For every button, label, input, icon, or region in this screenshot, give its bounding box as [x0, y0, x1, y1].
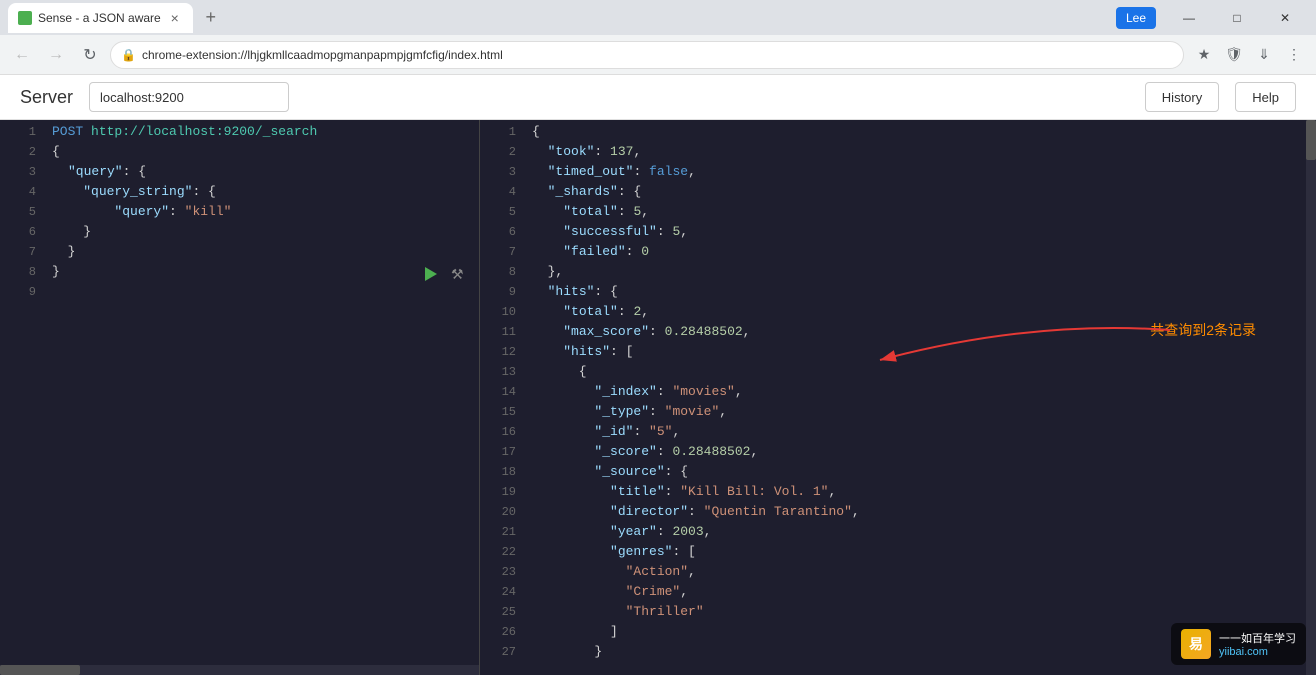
browser-frame: Sense - a JSON aware × + Lee — □ ✕ ← → ↻…	[0, 0, 1316, 675]
response-line-11: 11 "max_score": 0.28488502,	[480, 324, 1316, 344]
response-line-24: 24 "Crime",	[480, 584, 1316, 604]
tab-close-button[interactable]: ×	[167, 10, 183, 26]
response-line-20: 20 "director": "Quentin Tarantino",	[480, 504, 1316, 524]
response-line-3: 3 "timed_out": false,	[480, 164, 1316, 184]
main-content: 1 POST http://localhost:9200/_search 2 {…	[0, 120, 1316, 675]
back-button[interactable]: ←	[8, 41, 36, 69]
bookmark-button[interactable]: ★	[1190, 41, 1218, 69]
query-line-5: 5 "query": "kill"	[0, 204, 479, 224]
query-line-2: 2 {	[0, 144, 479, 164]
address-bar[interactable]: 🔒 chrome-extension://lhjgkmllcaadmopgman…	[110, 41, 1184, 69]
lock-icon: 🔒	[121, 48, 136, 62]
response-line-18: 18 "_source": {	[480, 464, 1316, 484]
watermark-logo: 易	[1181, 629, 1211, 659]
download-button[interactable]: ⇓	[1250, 41, 1278, 69]
response-line-7: 7 "failed": 0	[480, 244, 1316, 264]
v-scrollbar-thumb	[1306, 120, 1316, 160]
history-button[interactable]: History	[1145, 82, 1219, 112]
query-panel: 1 POST http://localhost:9200/_search 2 {…	[0, 120, 480, 675]
horizontal-scrollbar[interactable]	[0, 665, 479, 675]
response-line-5: 5 "total": 5,	[480, 204, 1316, 224]
forward-button[interactable]: →	[42, 41, 70, 69]
response-line-16: 16 "_id": "5",	[480, 424, 1316, 444]
query-editor[interactable]: 1 POST http://localhost:9200/_search 2 {…	[0, 120, 479, 675]
response-line-22: 22 "genres": [	[480, 544, 1316, 564]
query-actions: ⚒	[419, 263, 469, 285]
h-scrollbar-thumb	[0, 665, 80, 675]
response-line-6: 6 "successful": 5,	[480, 224, 1316, 244]
address-text: chrome-extension://lhjgkmllcaadmopgmanpa…	[142, 48, 1173, 62]
tab-title: Sense - a JSON aware	[38, 11, 161, 25]
help-button[interactable]: Help	[1235, 82, 1296, 112]
vertical-scrollbar[interactable]	[1306, 120, 1316, 675]
query-line-1: 1 POST http://localhost:9200/_search	[0, 124, 479, 144]
response-line-10: 10 "total": 2,	[480, 304, 1316, 324]
run-query-button[interactable]	[419, 263, 441, 285]
response-line-9: 9 "hits": {	[480, 284, 1316, 304]
watermark: 易 一一如百年学习 yiibai.com	[1171, 623, 1306, 665]
server-label: Server	[20, 87, 73, 108]
watermark-line1: 一一如百年学习	[1219, 630, 1296, 646]
query-line-8: 8 }	[0, 264, 479, 284]
response-line-19: 19 "title": "Kill Bill: Vol. 1",	[480, 484, 1316, 504]
query-line-7: 7 }	[0, 244, 479, 264]
nav-bar: ← → ↻ 🔒 chrome-extension://lhjgkmllcaadm…	[0, 35, 1316, 75]
server-input[interactable]	[89, 82, 289, 112]
response-line-23: 23 "Action",	[480, 564, 1316, 584]
response-content[interactable]: 1 { 2 "took": 137, 3 "timed_out": false,	[480, 120, 1316, 675]
tab-favicon	[18, 11, 32, 25]
close-button[interactable]: ✕	[1262, 3, 1308, 33]
browser-tab[interactable]: Sense - a JSON aware ×	[8, 3, 193, 33]
response-line-1: 1 {	[480, 124, 1316, 144]
response-line-15: 15 "_type": "movie",	[480, 404, 1316, 424]
response-line-25: 25 "Thriller"	[480, 604, 1316, 624]
new-tab-button[interactable]: +	[197, 4, 225, 32]
shield-icon[interactable]: 🛡	[1220, 41, 1248, 69]
query-line-4: 4 "query_string": {	[0, 184, 479, 204]
window-controls: Lee — □ ✕	[1116, 3, 1308, 33]
more-button[interactable]: ⋮	[1280, 41, 1308, 69]
query-line-9: 9	[0, 284, 479, 304]
response-panel: 1 { 2 "took": 137, 3 "timed_out": false,	[480, 120, 1316, 675]
svg-text:⚒: ⚒	[451, 266, 464, 282]
maximize-button[interactable]: □	[1214, 3, 1260, 33]
response-line-13: 13 {	[480, 364, 1316, 384]
reload-button[interactable]: ↻	[76, 41, 104, 69]
response-line-4: 4 "_shards": {	[480, 184, 1316, 204]
minimize-button[interactable]: —	[1166, 3, 1212, 33]
title-bar: Sense - a JSON aware × + Lee — □ ✕	[0, 0, 1316, 35]
response-line-2: 2 "took": 137,	[480, 144, 1316, 164]
watermark-site: yiibai.com	[1219, 646, 1296, 658]
wrench-icon[interactable]: ⚒	[447, 263, 469, 285]
response-line-21: 21 "year": 2003,	[480, 524, 1316, 544]
nav-actions: ★ 🛡 ⇓ ⋮	[1190, 41, 1308, 69]
response-line-14: 14 "_index": "movies",	[480, 384, 1316, 404]
app-area: Server History Help 1 POST http://localh…	[0, 75, 1316, 675]
watermark-info: 一一如百年学习 yiibai.com	[1219, 630, 1296, 658]
user-button[interactable]: Lee	[1116, 7, 1156, 29]
query-line-3: 3 "query": {	[0, 164, 479, 184]
app-header: Server History Help	[0, 75, 1316, 120]
response-line-8: 8 },	[480, 264, 1316, 284]
query-line-6: 6 }	[0, 224, 479, 244]
response-line-17: 17 "_score": 0.28488502,	[480, 444, 1316, 464]
response-line-12: 12 "hits": [	[480, 344, 1316, 364]
